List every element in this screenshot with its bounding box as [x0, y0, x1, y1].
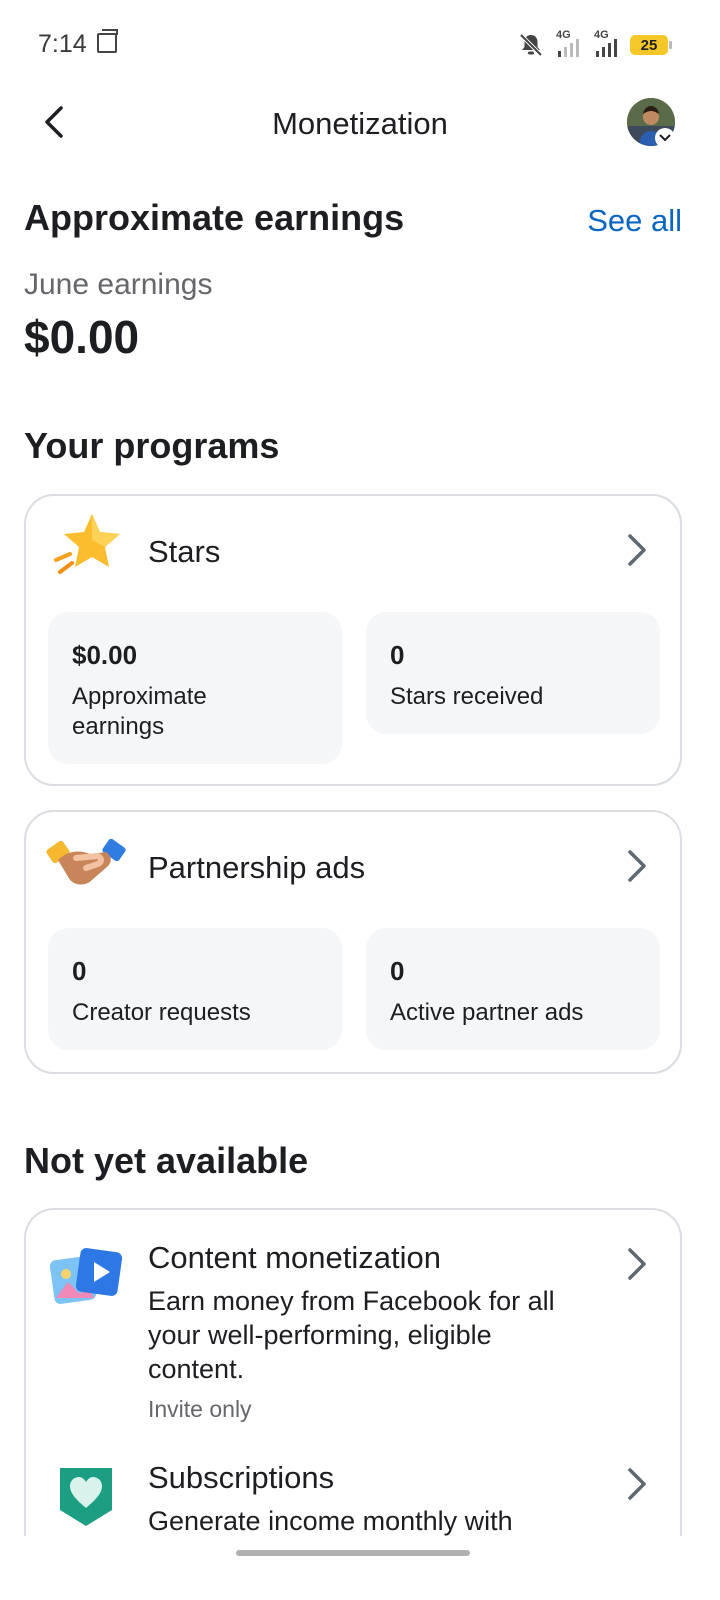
earnings-period-label: June earnings: [24, 268, 213, 301]
battery-icon: 25: [630, 35, 672, 55]
stat-value: 0: [390, 956, 405, 986]
chevron-right-icon[interactable]: [622, 1464, 650, 1504]
screen-record-icon: [97, 29, 118, 53]
stat-label: Active partner ads: [390, 999, 584, 1026]
not-available-heading: Not yet available: [24, 1140, 309, 1181]
stat-creator-requests[interactable]: 0 Creator requests: [48, 928, 342, 1050]
stat-value: 0: [72, 956, 87, 986]
program-title: Partnership ads: [148, 850, 366, 885]
content-media-icon: [49, 1248, 123, 1304]
page-title: Monetization: [272, 106, 448, 141]
bottom-nav-background: [0, 1536, 720, 1600]
stat-value: 0: [390, 640, 405, 670]
item-description: Generate income monthly with: [148, 1506, 513, 1536]
see-all-link[interactable]: See all: [587, 203, 682, 239]
stat-approximate-earnings[interactable]: $0.00 Approximate earnings: [48, 612, 342, 764]
network-type-1: 4G: [556, 29, 571, 41]
chevron-right-icon[interactable]: [622, 1244, 650, 1284]
top-app-bar: Monetization: [0, 90, 720, 160]
signal-1-icon: 4G: [554, 29, 582, 59]
status-icons: 4G 4G 25: [518, 29, 672, 60]
account-switcher-chevron-icon[interactable]: [655, 128, 675, 148]
heart-shield-icon: [60, 1468, 112, 1526]
item-title: Content monetization: [148, 1240, 441, 1275]
item-note: Invite only: [148, 1396, 252, 1422]
item-title: Subscriptions: [148, 1460, 335, 1495]
stat-label: Creator requests: [72, 999, 251, 1026]
star-icon: [54, 514, 120, 574]
stat-stars-received[interactable]: 0 Stars received: [366, 612, 660, 734]
status-time: 7:14: [38, 30, 87, 58]
status-bar: 7:14 4G 4G 25: [0, 0, 720, 90]
programs-heading: Your programs: [24, 425, 280, 466]
chevron-right-icon[interactable]: [622, 846, 650, 886]
handshake-icon: [46, 838, 126, 885]
program-card-stars[interactable]: Stars $0.00 Approximate earnings 0 Stars…: [24, 494, 682, 786]
program-card-partnership-ads[interactable]: Partnership ads 0 Creator requests 0 Act…: [24, 810, 682, 1074]
item-description: Earn money from Facebook for all your we…: [148, 1286, 555, 1384]
stat-label: Stars received: [390, 683, 544, 710]
stat-value: $0.00: [72, 640, 138, 670]
list-item-content-monetization[interactable]: Content monetization Earn money from Fac…: [26, 1210, 680, 1440]
stat-active-partner-ads[interactable]: 0 Active partner ads: [366, 928, 660, 1050]
notifications-muted-icon: [519, 33, 543, 57]
earnings-heading: Approximate earnings: [24, 197, 405, 238]
program-title: Stars: [148, 534, 221, 569]
earnings-amount: $0.00: [24, 311, 140, 363]
signal-2-icon: 4G: [592, 29, 620, 59]
network-type-2: 4G: [594, 29, 609, 41]
stat-label: Approximate earnings: [72, 683, 207, 740]
home-indicator[interactable]: [236, 1550, 470, 1556]
battery-level: 25: [640, 36, 658, 54]
chevron-right-icon[interactable]: [622, 530, 650, 570]
